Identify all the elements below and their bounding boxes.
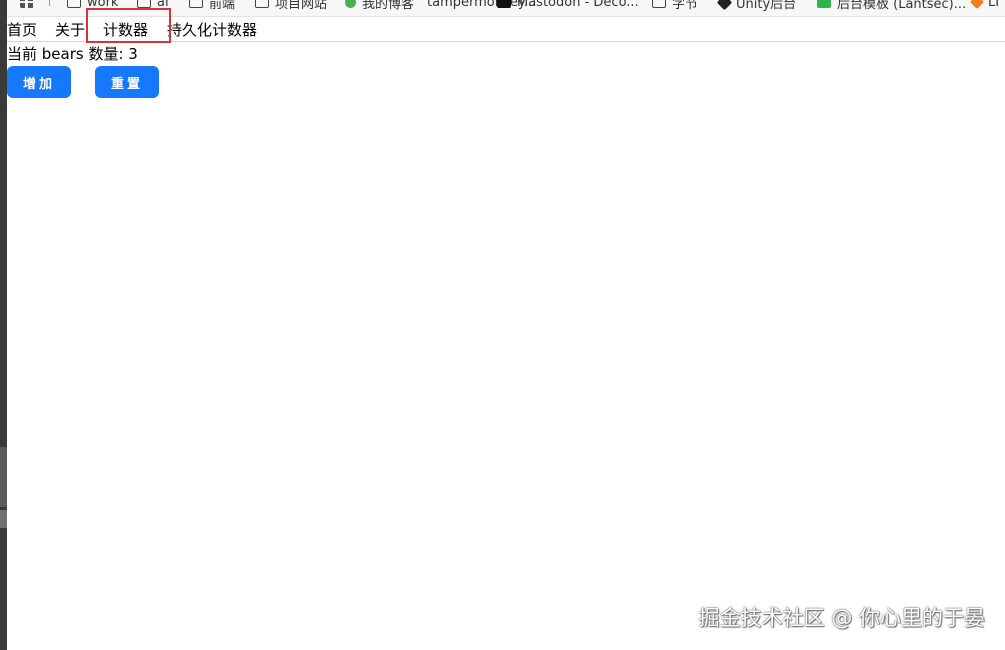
bookmark-label: LI — [988, 0, 1000, 10]
bookmark-blog[interactable]: 我的博客 — [345, 0, 415, 12]
nav-link-persist-counter[interactable]: 持久化计数器 — [167, 21, 257, 39]
bookmark-admin-template[interactable]: 后台模板 (Lantsec)... — [817, 0, 967, 12]
folder-icon — [189, 0, 203, 8]
bookmark-mastodon[interactable]: Mastodon - Deco... — [497, 0, 639, 11]
bookmark-label: 前端 — [209, 0, 236, 12]
bookmark-li[interactable]: LI — [969, 0, 1000, 11]
bookmark-label: Mastodon - Deco... — [517, 0, 639, 10]
bookmark-label: Unity后台 — [736, 0, 797, 12]
apps-grid-icon — [20, 0, 34, 8]
site-icon — [969, 0, 985, 10]
site-icon — [817, 0, 831, 8]
bookmark-unity[interactable]: Unity后台 — [716, 0, 797, 12]
folder-icon — [255, 0, 269, 8]
nav-link-about[interactable]: 关于 — [55, 21, 85, 39]
window-left-edge — [0, 0, 7, 650]
site-icon — [497, 0, 511, 8]
highlight-annotation-box — [86, 8, 171, 43]
bookmark-label: 我的博客 — [362, 0, 415, 12]
bookmark-label: 字节 — [672, 0, 699, 12]
reset-button[interactable]: 重置 — [95, 66, 159, 98]
watermark-text: 掘金技术社区 @ 你心里的于晏 — [698, 606, 985, 630]
site-icon — [345, 0, 356, 8]
bookmark-label: 后台模板 (Lantsec)... — [837, 0, 967, 12]
folder-icon — [67, 0, 81, 8]
bears-count-text: 当前 bears 数量: 3 — [7, 45, 138, 63]
bookmark-bytedance[interactable]: 字节 — [652, 0, 699, 12]
folder-icon — [652, 0, 666, 8]
nav-link-home[interactable]: 首页 — [7, 21, 37, 39]
bookmark-label: 项目网站 — [275, 0, 328, 12]
folder-icon — [137, 0, 151, 8]
site-icon — [716, 0, 733, 10]
edge-segment — [0, 510, 7, 528]
bookmarks-separator — [49, 0, 50, 6]
apps-button[interactable] — [20, 0, 34, 11]
bookmark-frontend[interactable]: 前端 — [189, 0, 236, 12]
increase-button[interactable]: 增加 — [7, 66, 71, 98]
bookmark-projects[interactable]: 项目网站 — [255, 0, 328, 12]
edge-segment — [0, 447, 7, 507]
